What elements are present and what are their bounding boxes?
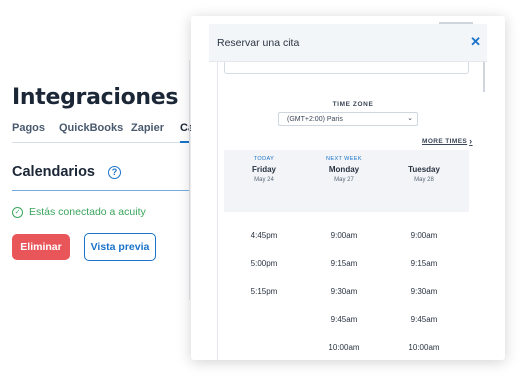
time-slot[interactable]: 9:15am — [304, 258, 384, 286]
timezone-label: TIME ZONE — [332, 101, 374, 108]
help-icon[interactable]: ? — [108, 165, 121, 179]
time-slots-tuesday: 9:00am 9:15am 9:30am 9:45am 10:00am — [384, 230, 464, 360]
timezone-value: (GMT+2:00) Paris — [287, 115, 343, 123]
scheduler-body: TIME ZONE (GMT+2:00) Paris ⌄ MORE TIMES … — [217, 62, 487, 360]
time-slot[interactable]: 9:45am — [384, 314, 464, 342]
day-name: Monday — [328, 165, 360, 174]
close-icon[interactable]: ✕ — [470, 34, 481, 50]
modal-header: Reservar una cita ✕ — [209, 24, 487, 62]
day-column-tuesday: Tuesday May 28 — [384, 156, 464, 183]
preview-button[interactable]: Vista previa — [84, 233, 156, 261]
day-date: May 24 — [254, 177, 274, 183]
time-slot[interactable]: 5:15pm — [224, 286, 304, 314]
connection-status: ✓ Estás conectado a acuity — [12, 206, 146, 218]
time-slot[interactable]: 9:30am — [384, 286, 464, 314]
day-tag: NEXT WEEK — [326, 156, 362, 162]
tabs-divider — [12, 142, 190, 143]
connection-status-text: Estás conectado a acuity — [29, 206, 146, 218]
page-title: Integraciones — [12, 85, 179, 110]
day-name: Tuesday — [408, 165, 440, 174]
days-header: TODAY Friday May 24 NEXT WEEK Monday May… — [224, 150, 469, 212]
modal-title: Reservar una cita — [217, 36, 300, 49]
time-slot[interactable]: 4:45pm — [224, 230, 304, 258]
panel-divider — [189, 60, 190, 300]
time-slot[interactable]: 9:30am — [304, 286, 384, 314]
chevron-down-icon: ⌄ — [407, 115, 413, 122]
time-slot[interactable]: 9:00am — [384, 230, 464, 258]
booking-modal: Reservar una cita ✕ TIME ZONE (GMT+2:00)… — [191, 16, 505, 360]
day-tag — [384, 156, 464, 164]
check-circle-icon: ✓ — [12, 206, 23, 218]
day-name: Friday — [251, 165, 276, 174]
time-slot[interactable]: 9:45am — [304, 314, 384, 342]
delete-button[interactable]: Eliminar — [12, 234, 70, 260]
tab-pagos[interactable]: Pagos — [12, 122, 45, 134]
time-slots-monday: 9:00am 9:15am 9:30am 9:45am 10:00am — [304, 230, 384, 360]
time-slots-friday: 4:45pm 5:00pm 5:15pm — [224, 230, 304, 314]
tab-quickbooks[interactable]: QuickBooks — [59, 122, 123, 134]
time-slot[interactable]: 5:00pm — [224, 258, 304, 286]
form-field[interactable] — [224, 62, 469, 74]
day-date: May 28 — [414, 177, 434, 183]
day-tag: TODAY — [253, 156, 275, 162]
day-date: May 27 — [334, 177, 354, 183]
time-slot[interactable]: 9:00am — [304, 230, 384, 258]
day-column-monday: NEXT WEEK Monday May 27 — [304, 156, 384, 183]
section-divider — [12, 190, 190, 191]
section-title-text: Calendarios — [12, 164, 95, 180]
timezone-select[interactable]: (GMT+2:00) Paris ⌄ — [278, 112, 418, 126]
tab-zapier[interactable]: Zapier — [131, 122, 164, 134]
time-slot[interactable]: 9:15am — [384, 258, 464, 286]
more-times-link[interactable]: MORE TIMES › — [422, 136, 473, 146]
time-slot[interactable]: 10:00am — [384, 342, 464, 360]
day-column-friday: TODAY Friday May 24 — [224, 156, 304, 183]
more-times-label: MORE TIMES — [422, 137, 468, 145]
time-slot[interactable]: 10:00am — [304, 342, 384, 360]
section-title: Calendarios ? — [12, 164, 121, 180]
chevron-right-icon: › — [469, 136, 473, 146]
